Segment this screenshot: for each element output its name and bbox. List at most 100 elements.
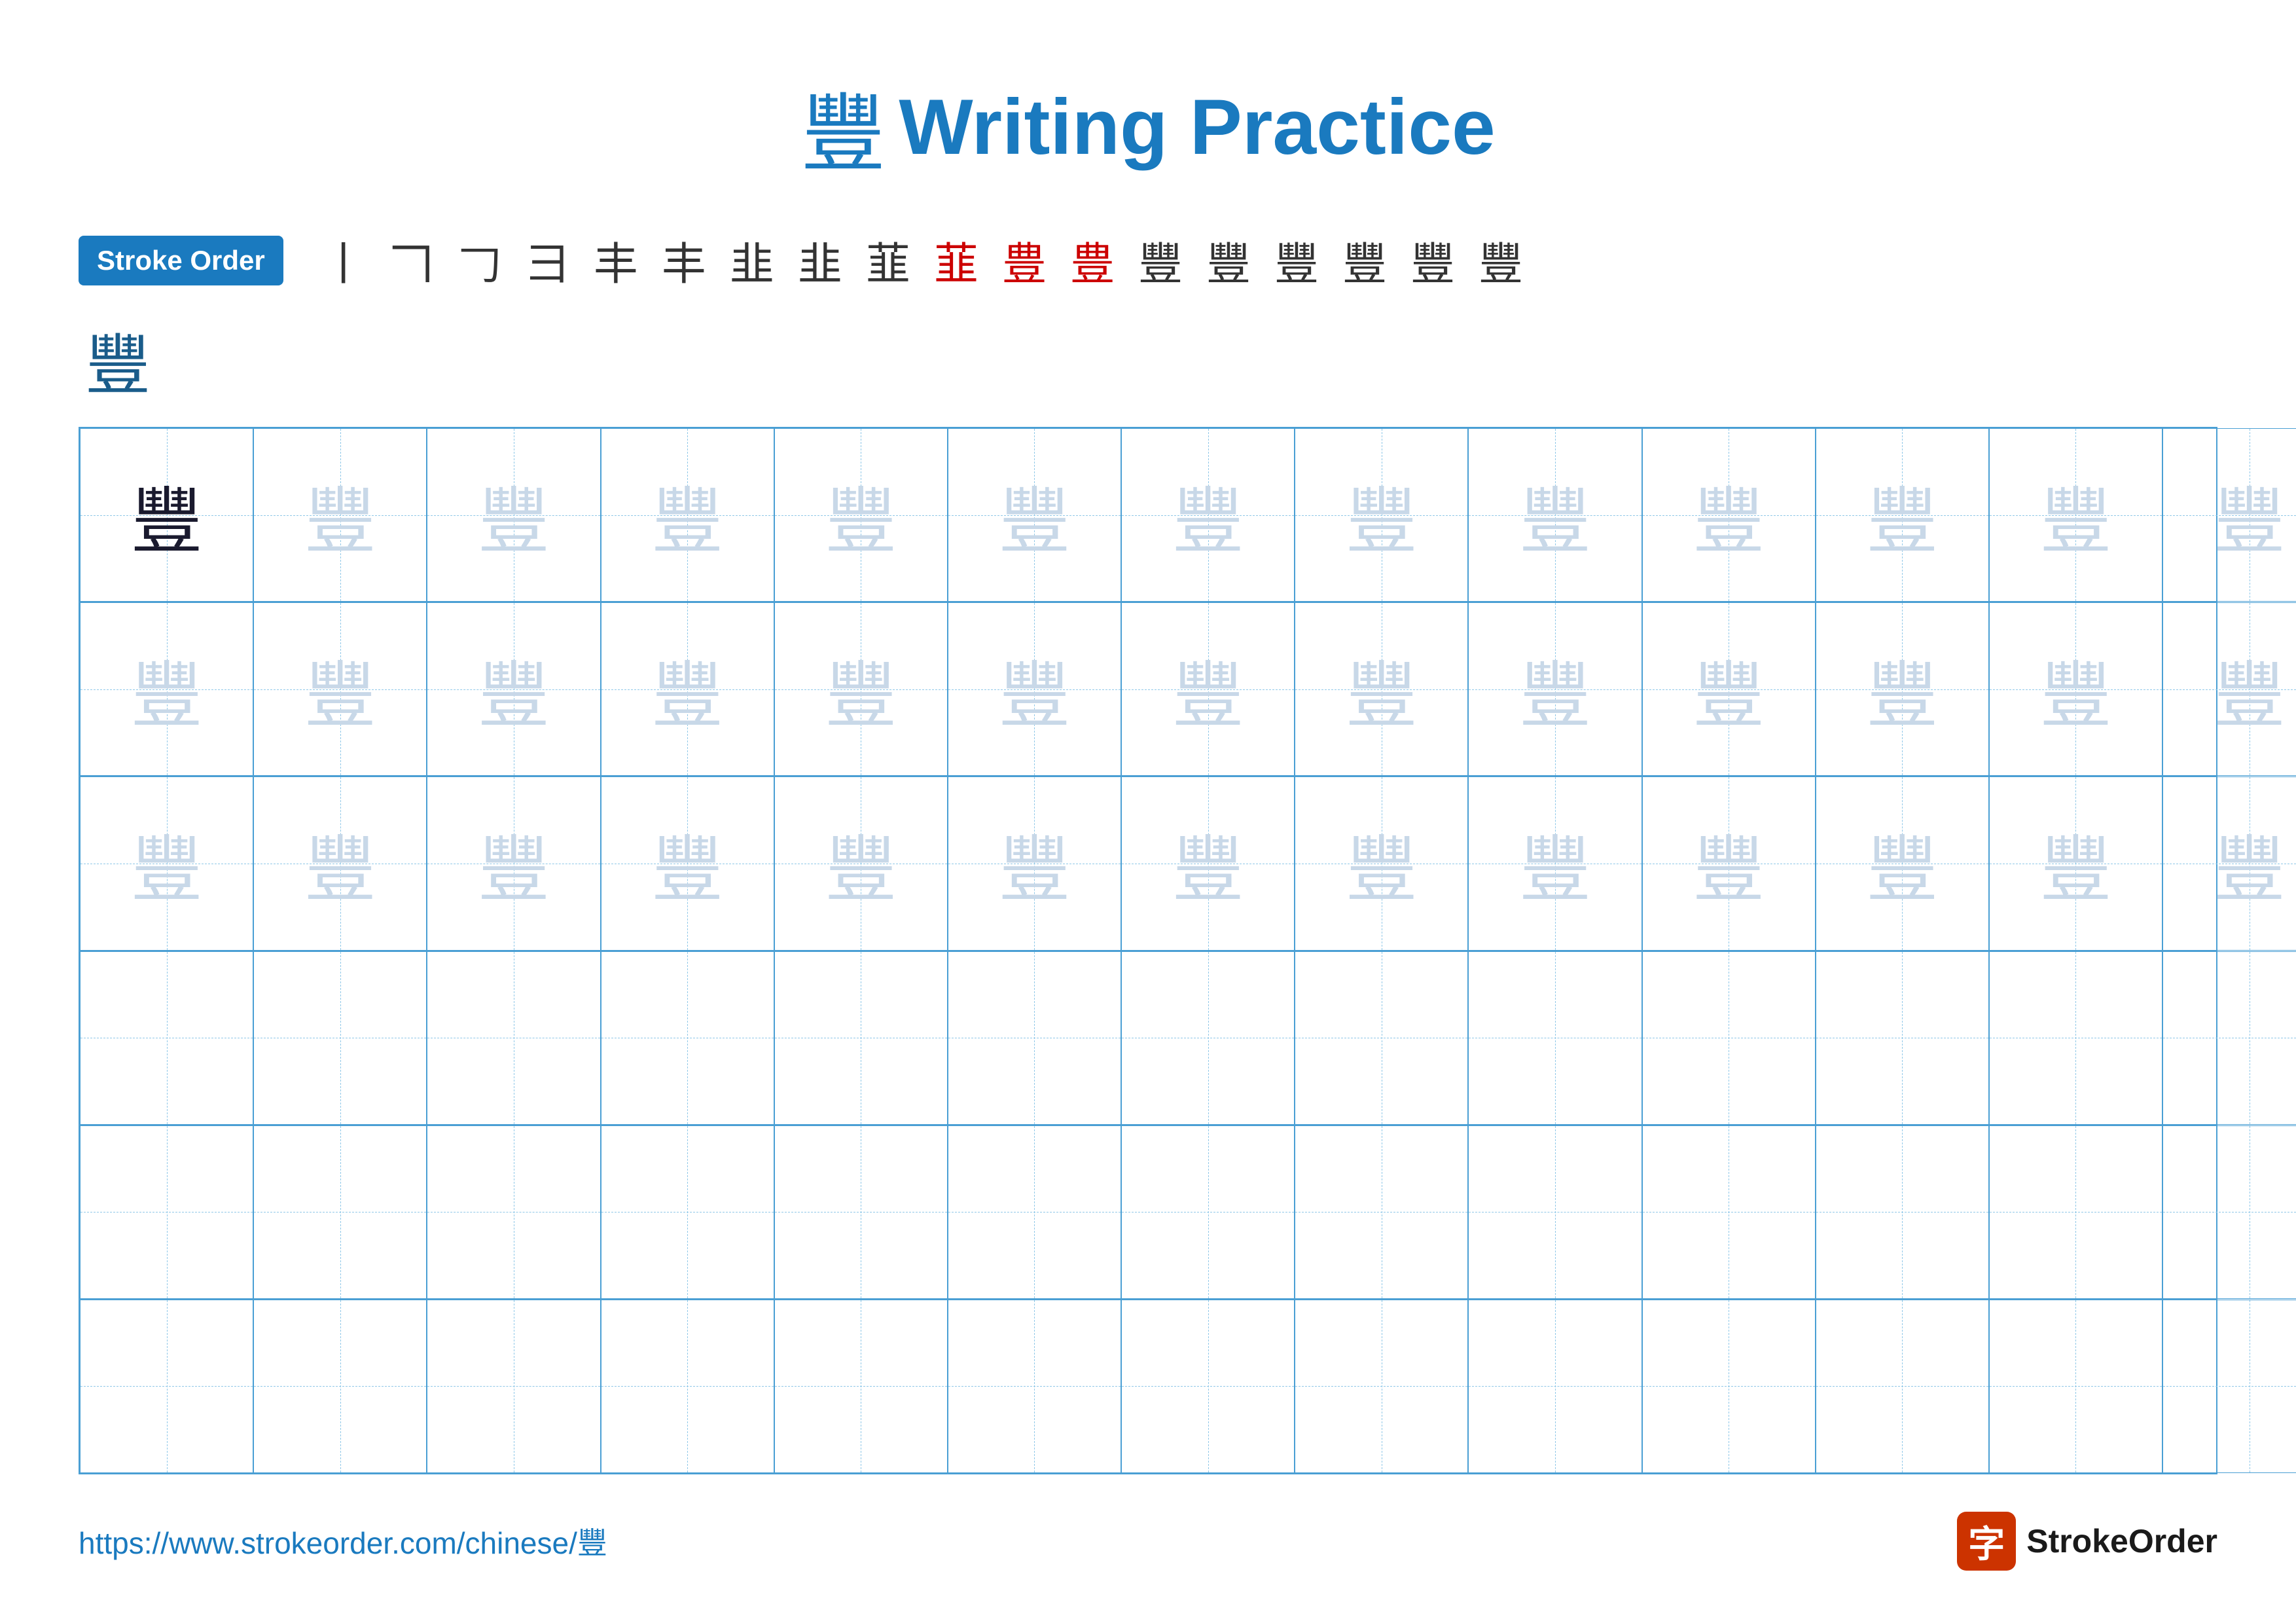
grid-cell[interactable]: [1816, 1300, 1989, 1473]
grid-cell[interactable]: [1121, 1125, 1295, 1299]
grid-cell[interactable]: [1642, 951, 1816, 1125]
grid-cell[interactable]: 豐: [253, 602, 427, 776]
grid-cell[interactable]: [1295, 951, 1468, 1125]
grid-cell[interactable]: 豐: [774, 602, 948, 776]
grid-cell[interactable]: [80, 1300, 253, 1473]
practice-char: 豐: [1346, 811, 1418, 916]
grid-cell[interactable]: [601, 951, 774, 1125]
grid-cell[interactable]: 豐: [1642, 428, 1816, 602]
grid-cell[interactable]: [1468, 951, 1641, 1125]
stroke-step: 韮: [854, 228, 922, 293]
grid-cell[interactable]: [774, 1300, 948, 1473]
practice-char: 豐: [304, 463, 376, 568]
stroke-step: 豐: [1399, 228, 1467, 293]
grid-cell[interactable]: [1642, 1300, 1816, 1473]
grid-cell[interactable]: [948, 1300, 1121, 1473]
grid-cell[interactable]: 豐: [948, 428, 1121, 602]
grid-cell[interactable]: 豐: [1989, 602, 2162, 776]
grid-cell[interactable]: 豐: [253, 776, 427, 950]
grid-cell[interactable]: [427, 1125, 600, 1299]
grid-cell[interactable]: 豐: [427, 602, 600, 776]
brand-icon: 字: [1957, 1512, 2016, 1571]
grid-cell[interactable]: 豐: [601, 776, 774, 950]
grid-cell[interactable]: 豐: [2162, 776, 2296, 950]
grid-cell[interactable]: 豐: [1468, 776, 1641, 950]
practice-char: 豐: [651, 637, 723, 742]
stroke-step: 豐: [1263, 228, 1331, 293]
grid-row: [80, 951, 2216, 1125]
grid-cell[interactable]: [1989, 1125, 2162, 1299]
page-title: Writing Practice: [899, 82, 1495, 172]
grid-cell[interactable]: [1468, 1125, 1641, 1299]
grid-cell[interactable]: 豐: [1121, 602, 1295, 776]
grid-cell[interactable]: [1816, 951, 1989, 1125]
grid-cell[interactable]: [774, 1125, 948, 1299]
practice-char: 豐: [998, 637, 1070, 742]
grid-cell[interactable]: 豐: [80, 602, 253, 776]
grid-cell[interactable]: [253, 951, 427, 1125]
stroke-order-section: Stroke Order 丨𠃍𠃌彐丰丰韭韭韮韮豊豊豐豐豐豐豐豐: [79, 228, 2217, 293]
grid-cell[interactable]: [1989, 951, 2162, 1125]
grid-cell[interactable]: 豐: [427, 428, 600, 602]
grid-cell[interactable]: [1121, 1300, 1295, 1473]
grid-cell[interactable]: [1121, 951, 1295, 1125]
grid-cell[interactable]: [1468, 1300, 1641, 1473]
grid-cell[interactable]: 豐: [1468, 428, 1641, 602]
grid-cell[interactable]: 豐: [80, 428, 253, 602]
grid-cell[interactable]: 豐: [1295, 602, 1468, 776]
grid-cell[interactable]: 豐: [1989, 776, 2162, 950]
grid-cell[interactable]: [427, 951, 600, 1125]
grid-cell[interactable]: [2162, 1125, 2296, 1299]
grid-cell[interactable]: 豐: [1121, 776, 1295, 950]
grid-cell[interactable]: 豐: [948, 602, 1121, 776]
grid-cell[interactable]: 豐: [1295, 776, 1468, 950]
grid-cell[interactable]: [253, 1300, 427, 1473]
grid-cell[interactable]: 豐: [1468, 602, 1641, 776]
grid-cell[interactable]: [2162, 1300, 2296, 1473]
grid-row: 豐豐豐豐豐豐豐豐豐豐豐豐豐: [80, 428, 2216, 602]
brand-name: StrokeOrder: [2026, 1522, 2217, 1560]
grid-row: 豐豐豐豐豐豐豐豐豐豐豐豐豐: [80, 776, 2216, 951]
grid-cell[interactable]: [948, 951, 1121, 1125]
grid-cell[interactable]: 豐: [774, 428, 948, 602]
grid-cell[interactable]: 豐: [601, 428, 774, 602]
grid-cell[interactable]: [601, 1125, 774, 1299]
grid-cell[interactable]: [1816, 1125, 1989, 1299]
grid-cell[interactable]: [948, 1125, 1121, 1299]
practice-char: 豐: [651, 811, 723, 916]
stroke-step: 韭: [786, 228, 854, 293]
grid-cell[interactable]: [2162, 951, 2296, 1125]
grid-cell[interactable]: 豐: [1121, 428, 1295, 602]
grid-cell[interactable]: 豐: [1816, 602, 1989, 776]
practice-char: 豐: [2039, 811, 2111, 916]
grid-cell[interactable]: [253, 1125, 427, 1299]
grid-cell[interactable]: 豐: [1642, 602, 1816, 776]
grid-cell[interactable]: [1295, 1300, 1468, 1473]
grid-cell[interactable]: 豐: [774, 776, 948, 950]
grid-cell[interactable]: [80, 1125, 253, 1299]
grid-cell[interactable]: 豐: [2162, 428, 2296, 602]
grid-cell[interactable]: 豐: [80, 776, 253, 950]
grid-cell[interactable]: 豐: [1642, 776, 1816, 950]
grid-cell[interactable]: 豐: [427, 776, 600, 950]
grid-cell[interactable]: 豐: [1816, 428, 1989, 602]
practice-char: 豐: [1519, 637, 1591, 742]
grid-cell[interactable]: [427, 1300, 600, 1473]
grid-cell[interactable]: [80, 951, 253, 1125]
grid-cell[interactable]: [774, 951, 948, 1125]
grid-cell[interactable]: [1642, 1125, 1816, 1299]
grid-cell[interactable]: 豐: [601, 602, 774, 776]
grid-cell[interactable]: 豐: [1816, 776, 1989, 950]
grid-cell[interactable]: 豐: [1989, 428, 2162, 602]
practice-char: 豐: [2214, 811, 2286, 916]
grid-cell[interactable]: [1295, 1125, 1468, 1299]
footer: https://www.strokeorder.com/chinese/豐 字 …: [79, 1512, 2217, 1571]
grid-cell[interactable]: 豐: [253, 428, 427, 602]
grid-cell[interactable]: [601, 1300, 774, 1473]
grid-cell[interactable]: [1989, 1300, 2162, 1473]
grid-cell[interactable]: 豐: [1295, 428, 1468, 602]
stroke-step: 𠃌: [446, 228, 514, 293]
grid-cell[interactable]: 豐: [948, 776, 1121, 950]
stroke-step: 豊: [990, 228, 1058, 293]
grid-cell[interactable]: 豐: [2162, 602, 2296, 776]
